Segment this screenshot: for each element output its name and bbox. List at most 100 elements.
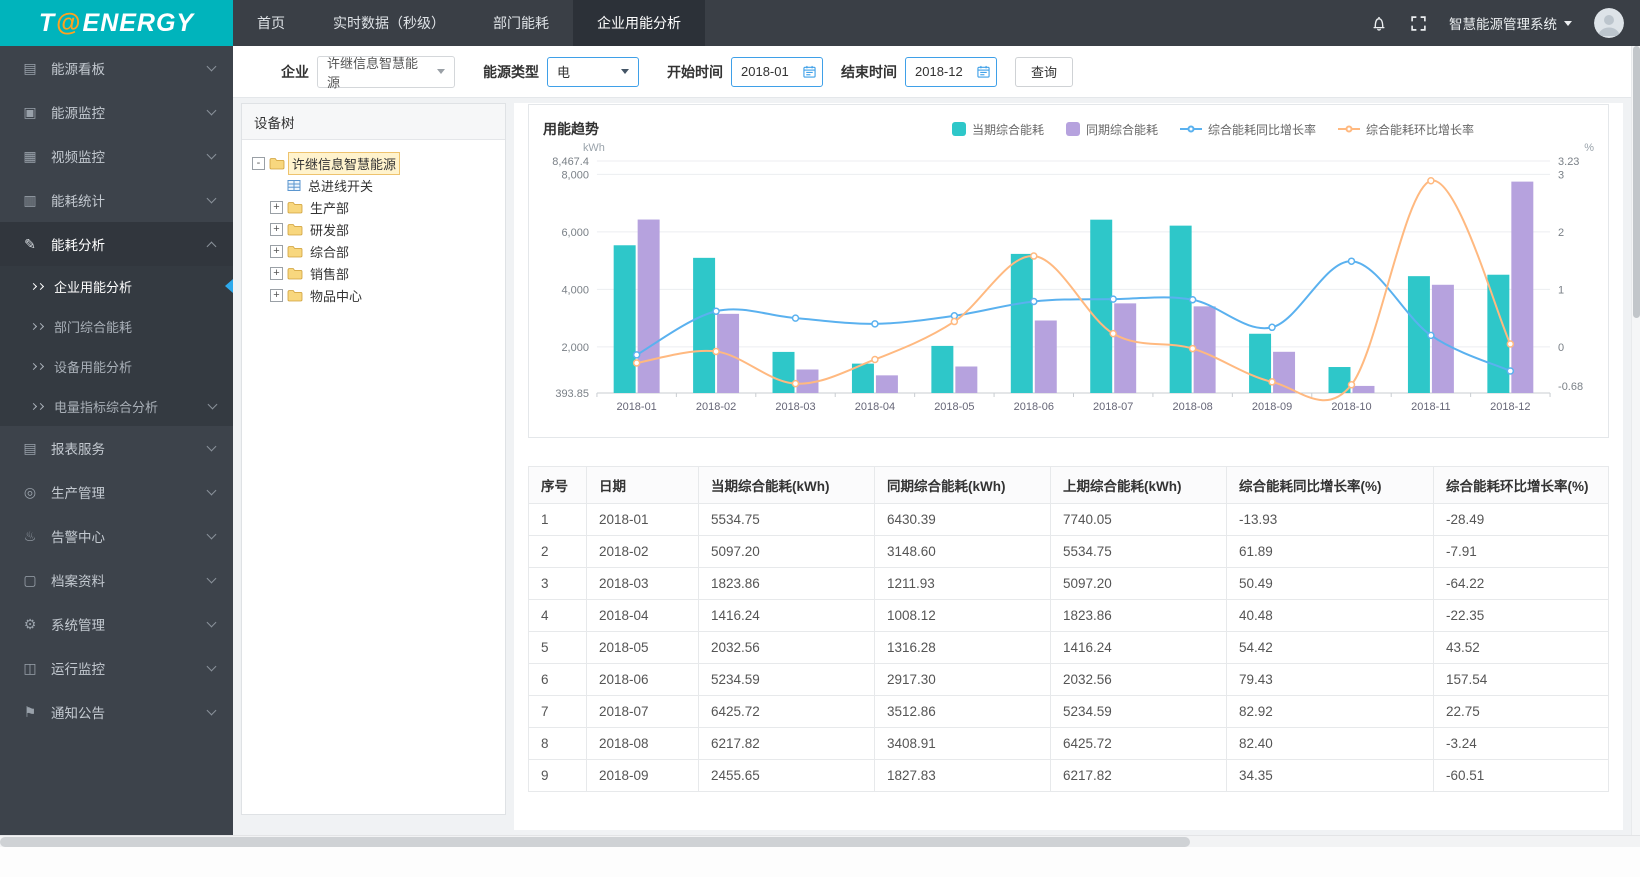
tree-node[interactable]: - 许继信息智慧能源: [250, 151, 497, 175]
bell-icon[interactable]: [1370, 14, 1388, 33]
device-tree: - 许继信息智慧能源 总进线开关 + 生产部 + 研发部 + 综合部 + 销售部 + 物品中心: [242, 140, 505, 318]
sidebar-menu: ▤ 能源看板 ▣ 能源监控 ▦ 视频监控 ▥ 能耗统计 ✎ 能耗分析 企业用能分析 部门综合能耗 设备用…: [0, 46, 233, 835]
tree-node[interactable]: + 研发部: [250, 218, 497, 240]
operation-icon: ◫: [23, 659, 37, 676]
legend-item[interactable]: 综合能耗环比增长率: [1337, 121, 1474, 138]
legend-ring: [1345, 125, 1353, 133]
legend-ring: [1187, 125, 1195, 133]
table-cell: 1823.86: [698, 567, 875, 600]
double-arrow-icon: [29, 282, 45, 290]
tree-node[interactable]: + 生产部: [250, 196, 497, 218]
calendar-icon: [803, 65, 816, 78]
legend-swatch: [951, 122, 966, 136]
sidebar-item[interactable]: ▣ 能源监控: [0, 90, 233, 134]
table-header-cell: 当期综合能耗(kWh): [698, 466, 875, 504]
table-cell: -3.24: [1433, 727, 1609, 760]
sidebar-item[interactable]: ▤ 能源看板: [0, 46, 233, 90]
sidebar-item[interactable]: ♨ 告警中心: [0, 514, 233, 558]
sidebar-item-label: 系统管理: [51, 618, 105, 633]
nav-tab-首页[interactable]: 首页: [233, 0, 309, 46]
sidebar-subitem[interactable]: 部门综合能耗: [0, 306, 233, 346]
query-button[interactable]: 查询: [1015, 56, 1074, 87]
tree-node-label[interactable]: 销售部: [307, 263, 352, 284]
tree-node[interactable]: + 综合部: [250, 240, 497, 262]
sidebar-item[interactable]: ▦ 视频监控: [0, 134, 233, 178]
start-date-input[interactable]: 2018-01: [731, 56, 823, 87]
monitor-icon: ▣: [23, 103, 37, 120]
legend-item[interactable]: 当期综合能耗: [951, 121, 1044, 138]
tree-node-label[interactable]: 总进线开关: [305, 175, 376, 196]
tree-node[interactable]: + 销售部: [250, 262, 497, 284]
table-cell: 6217.82: [1050, 759, 1227, 792]
energy-table-wrap: 序号 日期 当期综合能耗(kWh) 同期综合能耗(kWh) 上期综合能耗(kWh) 综合能…: [528, 466, 1609, 792]
collapse-icon[interactable]: -: [252, 156, 265, 170]
table-cell: 7: [528, 695, 587, 728]
table-cell: 3512.86: [874, 695, 1051, 728]
table-cell: 2018-01: [586, 503, 699, 536]
chart-title: 用能趋势: [543, 121, 599, 137]
device-tree-title: 设备树: [242, 104, 505, 140]
sidebar-item[interactable]: ▤ 报表服务: [0, 426, 233, 470]
chevron-icon: [206, 485, 217, 496]
table-row: 7 2018-07 6425.72 3512.86 5234.59 82.92 22.75: [528, 695, 1609, 728]
tree-node-label[interactable]: 研发部: [307, 219, 352, 240]
expand-icon[interactable]: +: [270, 222, 283, 236]
legend-label: 综合能耗同比增长率: [1207, 122, 1316, 137]
table-cell: 5534.75: [1050, 535, 1227, 568]
table-cell: 82.40: [1226, 727, 1434, 760]
table-cell: 2032.56: [1050, 663, 1227, 696]
sidebar-subitem[interactable]: 企业用能分析: [0, 266, 233, 306]
horizontal-scrollbar[interactable]: [0, 835, 1640, 847]
nav-tab-实时数据（秒级）[interactable]: 实时数据（秒级）: [309, 0, 469, 46]
end-date-input[interactable]: 2018-12: [905, 56, 997, 87]
sidebar-subitem[interactable]: 电量指标综合分析: [0, 386, 233, 426]
enterprise-select[interactable]: 许继信息智慧能源: [317, 55, 455, 90]
svg-text:3.23: 3.23: [1558, 156, 1579, 168]
sidebar-item[interactable]: ✎ 能耗分析: [0, 222, 233, 266]
sidebar-item[interactable]: ◫ 运行监控: [0, 646, 233, 690]
chevron-icon: [206, 241, 217, 251]
sidebar-item[interactable]: ⚙ 系统管理: [0, 602, 233, 646]
double-arrow-icon: [29, 402, 45, 410]
nav-tabs: 首页 实时数据（秒级） 部门能耗 企业用能分析: [233, 0, 705, 46]
folder-icon: [287, 289, 303, 302]
table-cell: 2917.30: [874, 663, 1051, 696]
tree-node-label[interactable]: 许继信息智慧能源: [287, 151, 401, 175]
legend-item[interactable]: 同期综合能耗: [1065, 121, 1158, 138]
expand-icon[interactable]: +: [270, 200, 283, 214]
fullscreen-icon[interactable]: [1410, 15, 1427, 32]
sidebar-item[interactable]: ▥ 能耗统计: [0, 178, 233, 222]
vertical-scrollbar[interactable]: [1631, 46, 1640, 835]
tree-node-label[interactable]: 综合部: [307, 241, 352, 262]
table-cell: 2018-02: [586, 535, 699, 568]
stats-icon: ▥: [23, 191, 37, 208]
expand-icon[interactable]: +: [270, 244, 283, 258]
chevron-icon: [206, 61, 217, 72]
table-cell: 54.42: [1226, 631, 1434, 664]
energy-type-select[interactable]: 电: [547, 56, 639, 87]
sidebar-item[interactable]: ▢ 档案资料: [0, 558, 233, 602]
nav-tab-企业用能分析[interactable]: 企业用能分析: [573, 0, 705, 46]
sidebar-item[interactable]: ◎ 生产管理: [0, 470, 233, 514]
nav-tab-部门能耗[interactable]: 部门能耗: [469, 0, 573, 46]
legend-label: 同期综合能耗: [1085, 122, 1158, 137]
tree-node[interactable]: 总进线开关: [250, 174, 497, 196]
table-header-cell: 同期综合能耗(kWh): [874, 466, 1051, 504]
svg-text:8,000: 8,000: [561, 169, 588, 181]
horizontal-scrollbar-thumb[interactable]: [0, 837, 1190, 847]
table-cell: 6425.72: [698, 695, 875, 728]
system-name-menu[interactable]: 智慧能源管理系统: [1449, 13, 1572, 33]
legend-label: 当期综合能耗: [971, 122, 1044, 137]
expand-icon[interactable]: +: [270, 266, 283, 280]
tree-node[interactable]: + 物品中心: [250, 284, 497, 306]
tree-node-label[interactable]: 物品中心: [307, 285, 365, 306]
table-cell: 5234.59: [698, 663, 875, 696]
tree-node-label[interactable]: 生产部: [307, 197, 352, 218]
sidebar-subitem[interactable]: 设备用能分析: [0, 346, 233, 386]
legend-item[interactable]: 综合能耗同比增长率: [1179, 121, 1316, 138]
avatar[interactable]: [1594, 8, 1624, 38]
svg-text:kWh: kWh: [583, 142, 605, 154]
vertical-scrollbar-thumb[interactable]: [1633, 46, 1640, 318]
expand-icon[interactable]: +: [270, 288, 283, 302]
sidebar-item[interactable]: ⚑ 通知公告: [0, 690, 233, 734]
